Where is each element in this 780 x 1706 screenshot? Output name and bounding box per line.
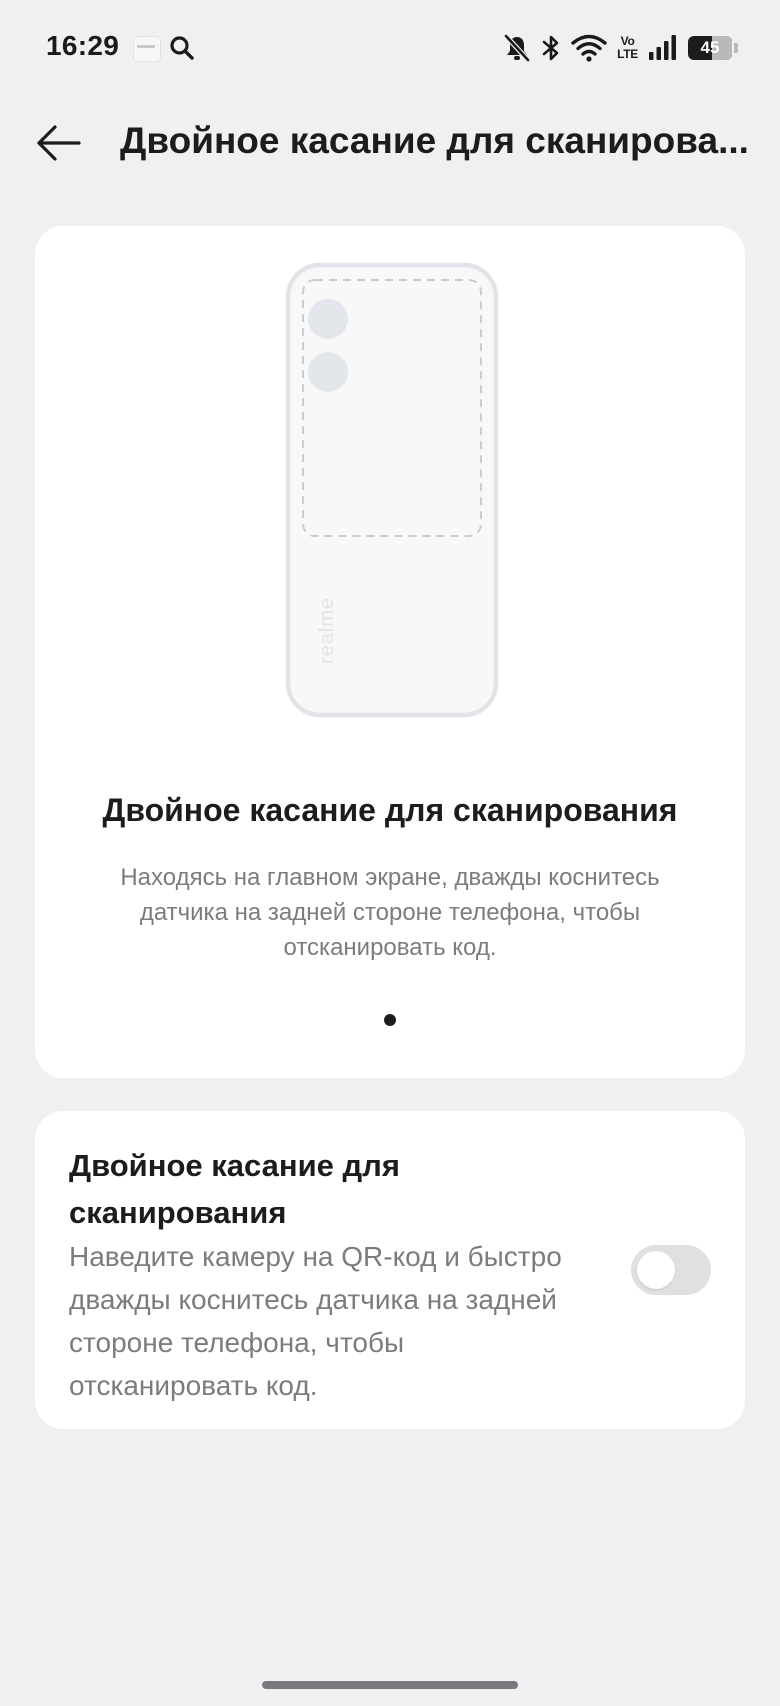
search-icon [170, 36, 194, 60]
volte-bottom: LTE [617, 47, 638, 61]
wifi-icon [571, 34, 607, 62]
setting-card: Двойное касание для сканирования Наведит… [35, 1111, 745, 1429]
camera-lens-top [308, 299, 348, 339]
arrow-left-icon [37, 125, 81, 161]
volte-indicator: Vo LTE [617, 35, 638, 61]
status-icons: Vo LTE 45 [503, 30, 738, 66]
bell-muted-icon [504, 34, 530, 62]
setting-description: Наведите камеру на QR-код и быстро дважд… [69, 1241, 562, 1401]
app-header: Двойное касание для сканирова... [0, 96, 780, 188]
toggle-knob [637, 1251, 675, 1289]
illustration-card: realme Двойное касание для сканирования … [35, 226, 745, 1078]
battery-level: 45 [700, 38, 720, 57]
double-tap-scan-toggle[interactable] [631, 1245, 711, 1295]
app-notification-icon [133, 36, 161, 62]
signal-icon [649, 35, 676, 60]
home-indicator[interactable] [262, 1681, 518, 1689]
battery-tip [734, 43, 738, 53]
back-button[interactable] [30, 114, 88, 172]
bluetooth-icon [542, 35, 559, 61]
camera-lens-bottom [308, 352, 348, 392]
illustration-description: Находясь на главном экране, дважды косни… [120, 864, 660, 961]
status-time: 16:29 [46, 30, 120, 61]
status-bar: 16:29 Vo LTE 45 [0, 0, 780, 96]
setting-title: Двойное касание для сканирования [69, 1148, 400, 1230]
phone-back-illustration: realme [285, 262, 499, 718]
brand-logo: realme [316, 597, 338, 664]
page-title: Двойное касание для сканирова... [120, 120, 749, 161]
page-indicator-dot [384, 1014, 396, 1026]
battery-icon: 45 [688, 36, 732, 60]
illustration-title: Двойное касание для сканирования [102, 792, 678, 828]
